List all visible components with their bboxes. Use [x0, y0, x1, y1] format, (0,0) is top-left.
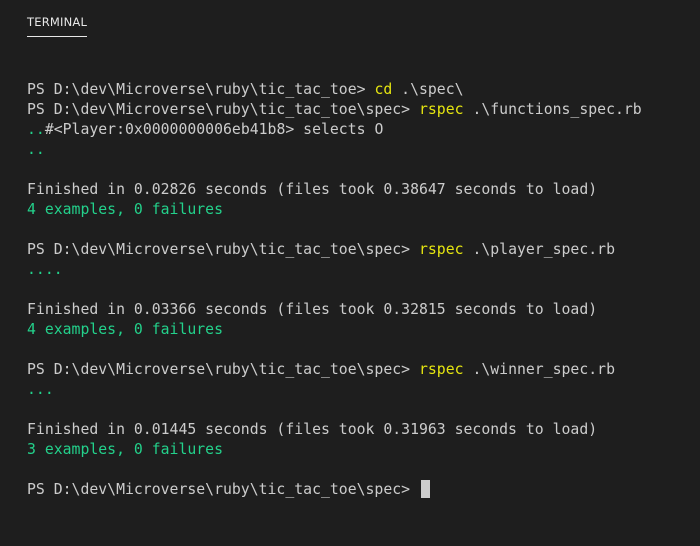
output-text: PS D:\dev\Microverse\ruby\tic_tac_toe\sp…: [27, 361, 419, 378]
output-text: PS D:\dev\Microverse\ruby\tic_tac_toe\sp…: [27, 101, 419, 118]
terminal-line: Finished in 0.03366 seconds (files took …: [27, 300, 690, 320]
output-text: 4 examples, 0 failures: [27, 321, 223, 338]
terminal-line: ....: [27, 260, 690, 280]
output-text: PS D:\dev\Microverse\ruby\tic_tac_toe\sp…: [27, 241, 419, 258]
output-text: Finished in 0.02826 seconds (files took …: [27, 181, 598, 198]
command-text: rspec: [418, 361, 464, 378]
text-cursor: [420, 480, 430, 498]
output-text: PS D:\dev\Microverse\ruby\tic_tac_toe\sp…: [27, 481, 419, 498]
output-text: ..: [27, 121, 45, 138]
terminal-line: 4 examples, 0 failures: [27, 320, 690, 340]
command-text: cd: [374, 81, 393, 98]
output-text: 4 examples, 0 failures: [27, 201, 223, 218]
command-text: rspec: [418, 241, 464, 258]
command-text: rspec: [418, 101, 464, 118]
output-text: .\player_spec.rb: [463, 241, 615, 258]
terminal-panel: TERMINAL PS D:\dev\Microverse\ruby\tic_t…: [0, 0, 700, 546]
terminal-line: Finished in 0.01445 seconds (files took …: [27, 420, 690, 440]
terminal-line: ...: [27, 380, 690, 400]
panel-tab-bar: TERMINAL: [0, 0, 700, 44]
output-text: #<Player:0x0000000006eb41b8> selects O: [44, 121, 384, 138]
output-text: ...: [27, 381, 54, 398]
terminal-line: PS D:\dev\Microverse\ruby\tic_tac_toe\sp…: [27, 100, 690, 120]
terminal-line: 3 examples, 0 failures: [27, 440, 690, 460]
terminal-line: PS D:\dev\Microverse\ruby\tic_tac_toe\sp…: [27, 480, 690, 500]
output-text: .\spec\: [392, 81, 464, 98]
output-text: Finished in 0.01445 seconds (files took …: [27, 421, 598, 438]
output-text: ....: [27, 261, 63, 278]
output-text: .\functions_spec.rb: [463, 101, 642, 118]
terminal-line: Finished in 0.02826 seconds (files took …: [27, 180, 690, 200]
terminal-line: ..#<Player:0x0000000006eb41b8> selects O: [27, 120, 690, 140]
terminal-line: PS D:\dev\Microverse\ruby\tic_tac_toe\sp…: [27, 240, 690, 260]
tab-terminal[interactable]: TERMINAL: [27, 15, 88, 37]
output-text: ..: [27, 141, 45, 158]
output-text: .\winner_spec.rb: [463, 361, 615, 378]
terminal-line: PS D:\dev\Microverse\ruby\tic_tac_toe> c…: [27, 80, 690, 100]
output-text: PS D:\dev\Microverse\ruby\tic_tac_toe>: [27, 81, 375, 98]
terminal-line: PS D:\dev\Microverse\ruby\tic_tac_toe\sp…: [27, 360, 690, 380]
terminal-line: 4 examples, 0 failures: [27, 200, 690, 220]
terminal-output[interactable]: PS D:\dev\Microverse\ruby\tic_tac_toe> c…: [27, 80, 690, 500]
terminal-line: ..: [27, 140, 690, 160]
output-text: 3 examples, 0 failures: [27, 441, 223, 458]
output-text: Finished in 0.03366 seconds (files took …: [27, 301, 598, 318]
